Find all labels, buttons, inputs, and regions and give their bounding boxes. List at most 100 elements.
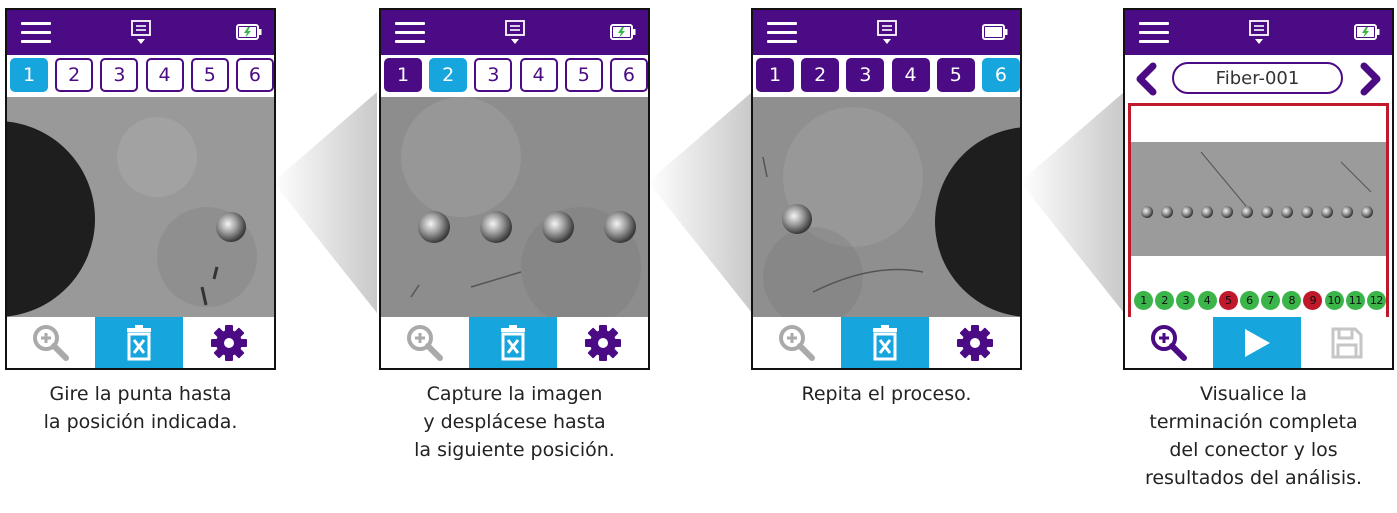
caption-step-4: Visualice la terminación completa del co… xyxy=(1110,380,1397,492)
connector-image-view xyxy=(753,97,1020,319)
device-screen-2: 1 2 3 4 5 6 xyxy=(379,8,650,370)
zoom-button[interactable] xyxy=(381,317,469,368)
settings-button[interactable] xyxy=(929,317,1020,368)
tab-position-1[interactable]: 1 xyxy=(384,58,422,92)
chevron-right-icon[interactable] xyxy=(1358,62,1384,96)
tab-position-4[interactable]: 4 xyxy=(891,58,930,92)
zoom-button[interactable] xyxy=(7,317,95,368)
caption-line: terminación completa xyxy=(1149,411,1358,433)
tray-download-icon[interactable] xyxy=(130,19,152,47)
tray-download-icon[interactable] xyxy=(1248,19,1270,47)
delete-button[interactable] xyxy=(95,317,183,368)
battery-icon xyxy=(610,24,636,40)
tab-position-3[interactable]: 3 xyxy=(100,58,139,92)
fiber-navigator: Fiber-001 xyxy=(1125,58,1392,100)
fiber-result-9[interactable]: 9 xyxy=(1303,291,1323,310)
hamburger-menu-icon[interactable] xyxy=(1139,22,1169,44)
caption-line: y desplácese hasta xyxy=(423,411,606,433)
fiber-result-10[interactable]: 10 xyxy=(1324,291,1344,310)
microscope-image xyxy=(753,97,1020,319)
delete-icon xyxy=(127,324,151,360)
zoom-button[interactable] xyxy=(1125,317,1213,368)
fiber-result-8[interactable]: 8 xyxy=(1282,291,1302,310)
save-icon xyxy=(1331,327,1362,358)
connector-image-view xyxy=(7,97,274,319)
tab-position-2[interactable]: 2 xyxy=(801,58,840,92)
device-screen-4: Fiber-001 1 2 3 4 5 6 7 8 9 10 11 12 xyxy=(1123,8,1394,370)
hamburger-menu-icon[interactable] xyxy=(767,22,797,44)
chevron-left-icon[interactable] xyxy=(1133,62,1159,96)
bottom-toolbar xyxy=(1125,317,1392,368)
fiber-selector[interactable]: Fiber-001 xyxy=(1172,62,1343,94)
caption-line: la siguiente posición. xyxy=(414,439,615,461)
position-tabs: 1 2 3 4 5 6 xyxy=(384,58,648,94)
fiber-result-11[interactable]: 11 xyxy=(1345,291,1365,310)
zoom-in-icon xyxy=(33,324,69,361)
battery-icon xyxy=(982,24,1008,40)
fiber-result-6[interactable]: 6 xyxy=(1239,291,1259,310)
fiber-result-7[interactable]: 7 xyxy=(1261,291,1281,310)
tab-position-3[interactable]: 3 xyxy=(474,58,513,92)
fiber-result-4[interactable]: 4 xyxy=(1197,291,1217,310)
caption-line: Gire la punta hasta xyxy=(49,383,232,405)
gear-icon xyxy=(210,324,247,361)
fiber-result-12[interactable]: 12 xyxy=(1366,291,1386,310)
caption-line: Visualice la xyxy=(1199,383,1308,405)
device-screen-1: 1 2 3 4 5 6 xyxy=(5,8,276,370)
tab-position-2[interactable]: 2 xyxy=(55,58,94,92)
settings-button[interactable] xyxy=(557,317,648,368)
tab-position-1[interactable]: 1 xyxy=(756,58,794,92)
caption-line: Capture la imagen xyxy=(426,383,603,405)
tab-position-5[interactable]: 5 xyxy=(190,58,229,92)
microscope-image xyxy=(381,97,648,319)
fiber-results: 1 2 3 4 5 6 7 8 9 10 11 12 xyxy=(1134,291,1386,313)
gear-icon xyxy=(956,324,993,361)
hamburger-menu-icon[interactable] xyxy=(395,22,425,44)
play-button[interactable] xyxy=(1213,317,1301,368)
tab-position-4[interactable]: 4 xyxy=(145,58,184,92)
delete-button[interactable] xyxy=(841,317,929,368)
caption-step-2: Capture la imagen y desplácese hasta la … xyxy=(379,380,650,464)
fiber-result-2[interactable]: 2 xyxy=(1155,291,1175,310)
bottom-toolbar xyxy=(753,317,1020,368)
caption-line: del conector y los xyxy=(1169,439,1338,461)
tab-position-5[interactable]: 5 xyxy=(564,58,603,92)
zoom-button[interactable] xyxy=(753,317,841,368)
tray-download-icon[interactable] xyxy=(876,19,898,47)
position-tabs: 1 2 3 4 5 6 xyxy=(756,58,1020,94)
tab-position-6[interactable]: 6 xyxy=(981,58,1020,92)
fiber-result-1[interactable]: 1 xyxy=(1134,291,1153,310)
zoom-in-icon xyxy=(779,324,815,361)
tab-position-6[interactable]: 6 xyxy=(609,58,648,92)
top-bar xyxy=(7,10,274,55)
fiber-result-3[interactable]: 3 xyxy=(1176,291,1196,310)
caption-line: resultados del análisis. xyxy=(1144,467,1363,489)
tray-download-icon[interactable] xyxy=(504,19,526,47)
hamburger-menu-icon[interactable] xyxy=(21,22,51,44)
analysis-result-panel: 1 2 3 4 5 6 7 8 9 10 11 12 xyxy=(1128,103,1389,321)
delete-button[interactable] xyxy=(469,317,557,368)
tab-position-6[interactable]: 6 xyxy=(235,58,274,92)
position-tabs: 1 2 3 4 5 6 xyxy=(10,58,274,94)
zoom-in-icon xyxy=(407,324,443,361)
caption-line: la posición indicada. xyxy=(43,411,238,433)
battery-icon xyxy=(1354,24,1380,40)
transition-funnel-3 xyxy=(1020,92,1124,313)
transition-funnel-2 xyxy=(648,92,752,313)
tab-position-2[interactable]: 2 xyxy=(429,58,468,92)
connector-image-view xyxy=(381,97,648,319)
save-button[interactable] xyxy=(1301,317,1392,368)
gear-icon xyxy=(584,324,621,361)
top-bar xyxy=(381,10,648,55)
top-bar xyxy=(753,10,1020,55)
tab-position-4[interactable]: 4 xyxy=(519,58,558,92)
tab-position-5[interactable]: 5 xyxy=(936,58,975,92)
battery-icon xyxy=(236,24,262,40)
play-icon xyxy=(1245,328,1270,357)
fiber-result-5[interactable]: 5 xyxy=(1218,291,1238,310)
tab-position-1[interactable]: 1 xyxy=(10,58,48,92)
delete-icon xyxy=(501,324,525,360)
settings-button[interactable] xyxy=(183,317,274,368)
caption-step-3: Repita el proceso. xyxy=(751,380,1022,408)
tab-position-3[interactable]: 3 xyxy=(846,58,885,92)
